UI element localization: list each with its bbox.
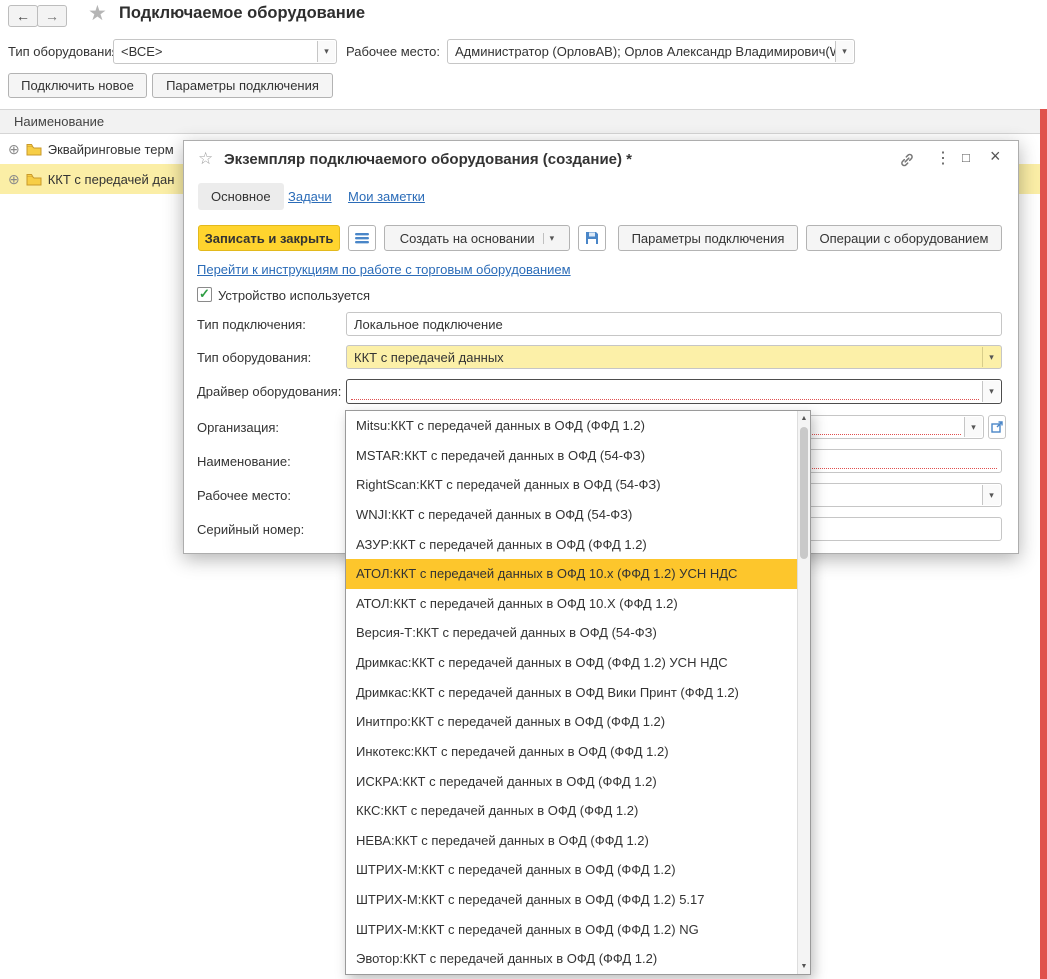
dropdown-scrollbar[interactable]: ▲ ▼ (797, 411, 810, 974)
equipment-type-label: Тип оборудования: (197, 350, 311, 365)
folder-icon (26, 173, 42, 186)
chevron-down-icon[interactable]: ▾ (982, 347, 1000, 367)
tab-main[interactable]: Основное (198, 183, 284, 210)
dialog-title: Экземпляр подключаемого оборудования (со… (224, 151, 632, 168)
dropdown-item[interactable]: ШТРИХ-М:ККТ с передачей данных в ОФД (ФФ… (346, 885, 797, 915)
connect-new-button[interactable]: Подключить новое (8, 73, 147, 98)
page-title: Подключаемое оборудование (119, 4, 365, 23)
driver-field[interactable]: ▾ (346, 379, 1002, 404)
chevron-down-icon[interactable]: ▾ (982, 381, 1000, 402)
tab-notes[interactable]: Мои заметки (348, 189, 425, 204)
serial-label: Серийный номер: (197, 522, 304, 537)
dropdown-item[interactable]: MSTAR:ККТ с передачей данных в ОФД (54-Ф… (346, 441, 797, 471)
check-icon: ✓ (199, 287, 210, 300)
driver-dropdown-list: Mitsu:ККТ с передачей данных в ОФД (ФФД … (345, 410, 811, 975)
organization-label: Организация: (197, 420, 279, 435)
dropdown-item[interactable]: Инкотекс:ККТ с передачей данных в ОФД (Ф… (346, 737, 797, 767)
workplace-label: Рабочее место: (197, 488, 291, 503)
dropdown-item[interactable]: Mitsu:ККТ с передачей данных в ОФД (ФФД … (346, 411, 797, 441)
dropdown-item[interactable]: АТОЛ:ККТ с передачей данных в ОФД 10.X (… (346, 589, 797, 619)
instructions-link[interactable]: Перейти к инструкциям по работе с торгов… (197, 262, 571, 277)
workplace-filter-value: Администратор (ОрловАВ); Орлов Александр… (455, 44, 842, 59)
organization-open-button[interactable] (988, 415, 1006, 439)
dropdown-item[interactable]: Дримкас:ККТ с передачей данных в ОФД (ФФ… (346, 648, 797, 678)
open-in-new-icon (991, 421, 1003, 433)
dropdown-item[interactable]: ШТРИХ-М:ККТ с передачей данных в ОФД (ФФ… (346, 855, 797, 885)
chevron-down-icon[interactable]: ▾ (982, 485, 1000, 505)
dropdown-item[interactable]: АТОЛ:ККТ с передачей данных в ОФД 10.x (… (346, 559, 797, 589)
expand-icon[interactable]: ⊕ (8, 141, 20, 158)
equipment-type-field[interactable]: ККТ с передачей данных ▾ (346, 345, 1002, 369)
list-icon (355, 231, 369, 245)
device-used-label: Устройство используется (218, 288, 370, 303)
back-icon: ← (16, 8, 30, 24)
forward-icon: → (45, 8, 59, 24)
favorite-star-icon[interactable]: ☆ (198, 149, 213, 169)
expand-icon[interactable]: ⊕ (8, 171, 20, 188)
scroll-up-icon[interactable]: ▲ (798, 411, 810, 426)
dropdown-items: Mitsu:ККТ с передачей данных в ОФД (ФФД … (346, 411, 797, 974)
chevron-down-icon[interactable]: ▾ (835, 41, 853, 62)
dropdown-item[interactable]: ККС:ККТ с передачей данных в ОФД (ФФД 1.… (346, 796, 797, 826)
back-button[interactable]: ← (8, 5, 38, 27)
dropdown-item[interactable]: ИСКРА:ККТ с передачей данных в ОФД (ФФД … (346, 767, 797, 797)
show-in-list-button[interactable] (348, 225, 376, 251)
dropdown-item[interactable]: Инитпро:ККТ с передачей данных в ОФД (ФФ… (346, 707, 797, 737)
copy-link-icon[interactable] (898, 151, 916, 169)
row-label: Эквайринговые терм (48, 142, 174, 157)
chevron-down-icon[interactable]: ▾ (964, 417, 982, 437)
dropdown-item[interactable]: ШТРИХ-М:ККТ с передачей данных в ОФД (ФФ… (346, 915, 797, 945)
driver-label: Драйвер оборудования: (197, 384, 341, 399)
equipment-type-filter-label: Тип оборудования: (8, 44, 122, 59)
scrollbar-thumb[interactable] (800, 427, 808, 559)
connection-type-field[interactable]: Локальное подключение (346, 312, 1002, 336)
workplace-filter-label: Рабочее место: (346, 44, 440, 59)
folder-icon (26, 143, 42, 156)
dropdown-item[interactable]: НЕВА:ККТ с передачей данных в ОФД (ФФД 1… (346, 826, 797, 856)
name-label: Наименование: (197, 454, 291, 469)
chevron-down-icon[interactable]: ▾ (317, 41, 335, 62)
tab-tasks[interactable]: Задачи (288, 189, 332, 204)
save-close-button[interactable]: Записать и закрыть (198, 225, 340, 251)
dropdown-item[interactable]: WNJI:ККТ с передачей данных в ОФД (54-ФЗ… (346, 500, 797, 530)
more-menu-icon[interactable]: ⋮ (935, 148, 951, 168)
floppy-icon (585, 231, 599, 245)
connection-params-button[interactable]: Параметры подключения (152, 73, 333, 98)
close-icon[interactable]: × (990, 146, 1001, 167)
dropdown-item[interactable]: Версия-Т:ККТ с передачей данных в ОФД (5… (346, 618, 797, 648)
row-label: ККТ с передачей дан (48, 172, 175, 187)
scroll-down-icon[interactable]: ▼ (798, 959, 810, 974)
favorites-star-icon[interactable]: ★ (88, 1, 107, 26)
workplace-filter[interactable]: Администратор (ОрловАВ); Орлов Александр… (447, 39, 855, 64)
dropdown-item[interactable]: Эвотор:ККТ с передачей данных в ОФД (ФФД… (346, 944, 797, 974)
chevron-down-icon[interactable]: ▾ (543, 233, 555, 244)
required-marker (351, 399, 979, 400)
table-header[interactable]: Наименование (0, 109, 1040, 134)
app-window: ← → ★ Подключаемое оборудование Тип обор… (0, 0, 1047, 979)
dropdown-item[interactable]: Дримкас:ККТ с передачей данных в ОФД Вик… (346, 678, 797, 708)
equipment-operations-button[interactable]: Операции с оборудованием (806, 225, 1002, 251)
save-button[interactable] (578, 225, 606, 251)
forward-button[interactable]: → (37, 5, 67, 27)
dialog-connection-params-button[interactable]: Параметры подключения (618, 225, 798, 251)
connection-type-label: Тип подключения: (197, 317, 306, 332)
right-scrollbar[interactable] (1040, 109, 1047, 979)
create-based-button[interactable]: Создать на основании ▾ (384, 225, 570, 251)
maximize-icon[interactable]: □ (962, 150, 970, 165)
equipment-type-filter[interactable]: <ВСЕ> ▾ (113, 39, 337, 64)
device-used-checkbox[interactable]: ✓ (197, 287, 212, 302)
equipment-type-filter-value: <ВСЕ> (121, 44, 162, 59)
dropdown-item[interactable]: RightScan:ККТ с передачей данных в ОФД (… (346, 470, 797, 500)
dropdown-item[interactable]: АЗУР:ККТ с передачей данных в ОФД (ФФД 1… (346, 530, 797, 560)
